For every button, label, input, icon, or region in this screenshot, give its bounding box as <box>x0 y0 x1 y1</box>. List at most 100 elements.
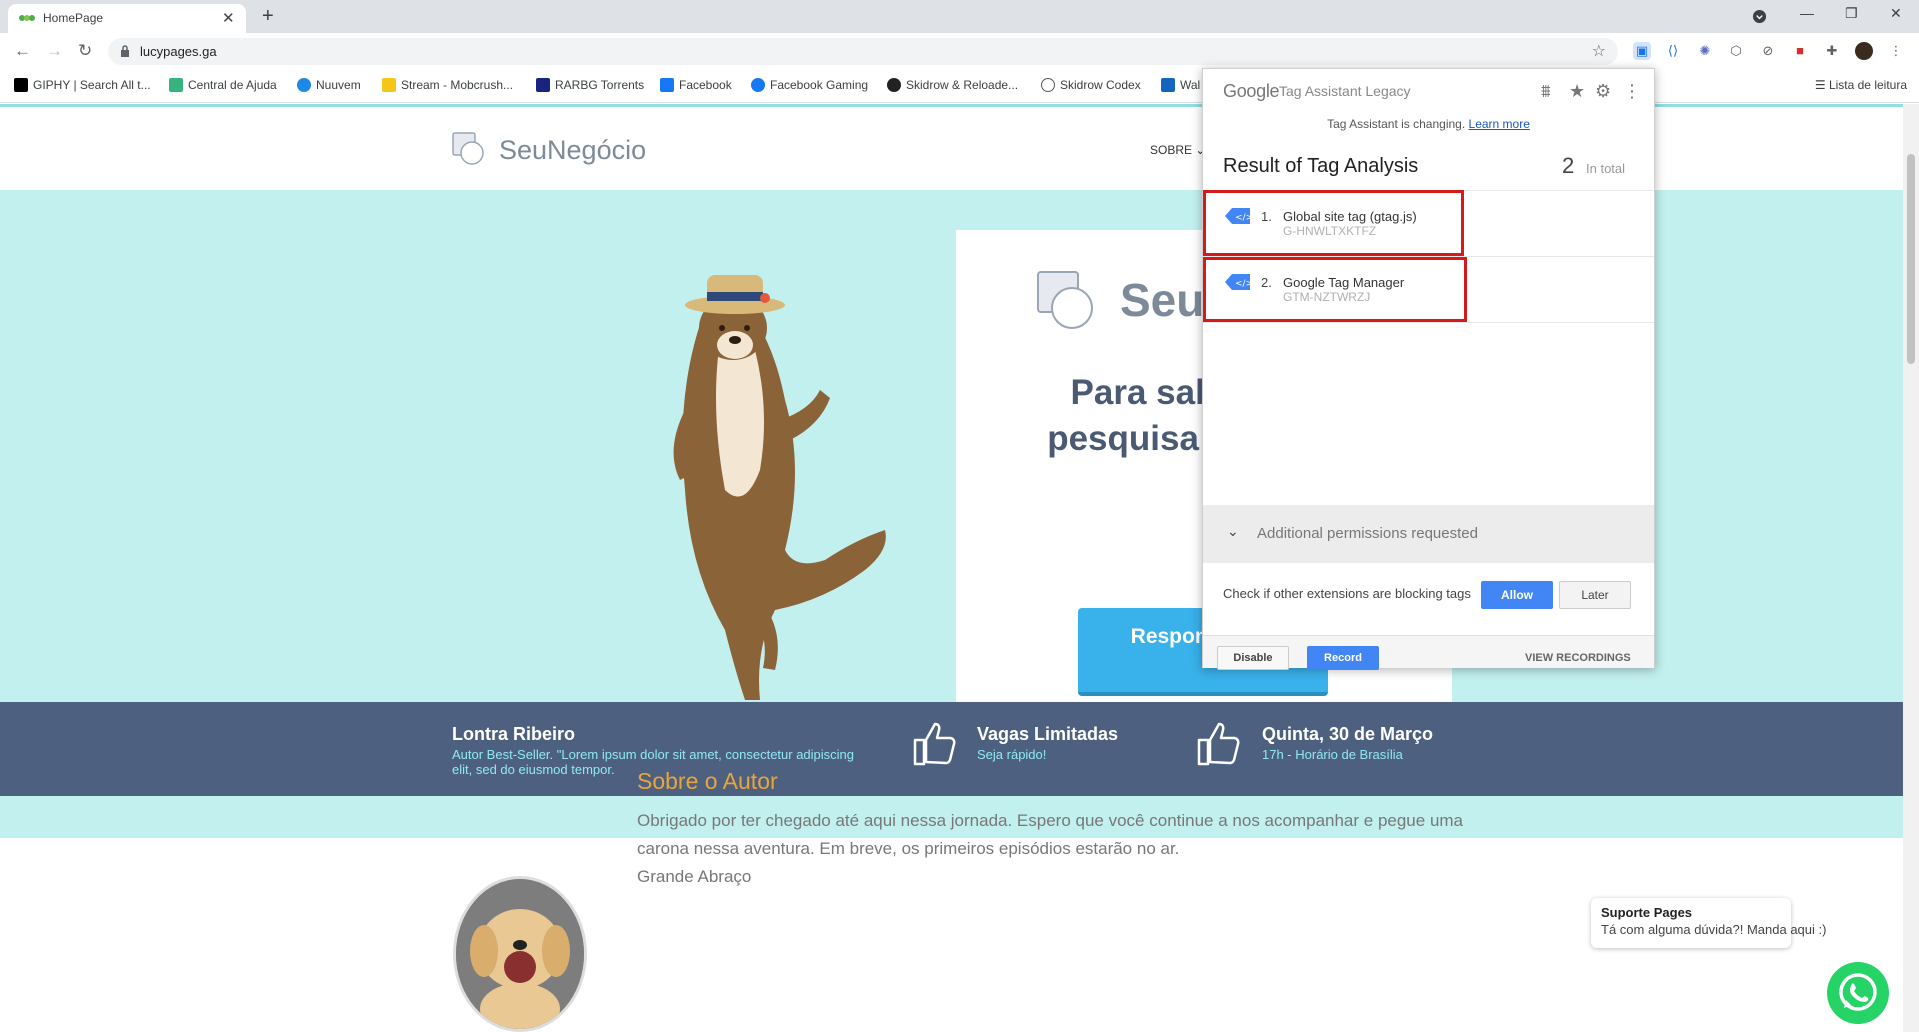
tag-count-label: In total <box>1586 161 1626 176</box>
extension-gear-icon[interactable]: ✺ <box>1696 42 1714 60</box>
menu-dots-icon[interactable]: ⋮ <box>1887 42 1905 60</box>
logo-mark-icon <box>452 132 484 165</box>
card-logo-icon <box>1037 271 1093 329</box>
popup-header: Google Tag Assistant Legacy ⩩ ★ ⚙ ⋮ <box>1203 69 1654 113</box>
permissions-section[interactable]: ⌄ Additional permissions requested <box>1203 505 1654 563</box>
tab-title: HomePage <box>43 11 104 25</box>
info-vagas-title: Vagas Limitadas <box>977 724 1119 744</box>
info-date-title: Quinta, 30 de Março <box>1262 724 1434 744</box>
bookmark-item[interactable]: Nuuvem <box>297 78 361 92</box>
nav-sobre-link[interactable]: SOBRE ⌄ <box>1150 143 1205 157</box>
browser-toolbar: ← → ↻ lucypages.ga ☆ ▣ ⟨⟩ ✺ ⬡ ⊘ ■ ✚ ⋮ <box>0 33 1919 69</box>
bookmark-item[interactable]: Facebook <box>660 78 732 92</box>
giphy-icon <box>14 78 28 92</box>
whatsapp-icon <box>1839 973 1877 1011</box>
puzzle-icon[interactable]: ✚ <box>1823 42 1841 60</box>
reload-icon[interactable]: ↻ <box>78 41 92 61</box>
popup-footer: Disable Record VIEW RECORDINGS <box>1203 635 1654 670</box>
tag-assistant-popup: Google Tag Assistant Legacy ⩩ ★ ⚙ ⋮ Tag … <box>1202 68 1655 670</box>
changing-notice: Tag Assistant is changing. Learn more <box>1203 117 1654 131</box>
url-text: lucypages.ga <box>140 44 217 59</box>
record-button[interactable]: Record <box>1307 646 1379 670</box>
result-title: Result of Tag Analysis <box>1223 155 1419 177</box>
tag-assistant-extension-icon[interactable]: ▣ <box>1633 42 1651 60</box>
extension-red-icon[interactable]: ■ <box>1791 42 1809 60</box>
rarbg-icon <box>536 78 550 92</box>
page-scrollbar[interactable] <box>1903 104 1919 1032</box>
bookmark-item[interactable]: GIPHY | Search All t... <box>14 78 151 92</box>
back-icon[interactable]: ← <box>14 41 31 61</box>
bookmark-item[interactable]: Skidrow & Reloade... <box>887 78 1018 92</box>
facebook-icon <box>751 78 765 92</box>
logo-text: SeuNegócio <box>499 135 647 165</box>
info-date-sub: 17h - Horário de Brasília <box>1262 747 1403 762</box>
support-text: Tá com alguma dúvida?! Manda aqui :) <box>1601 922 1827 937</box>
author-signoff: Grande Abraço <box>637 867 752 886</box>
author-text: Obrigado por ter chegado até aqui nessa … <box>637 807 1467 891</box>
highlight-box <box>1203 257 1467 322</box>
browser-tab[interactable]: HomePage ✕ <box>8 4 246 33</box>
info-bar: Lontra Ribeiro Autor Best-Seller. "Lorem… <box>0 702 1903 796</box>
reading-list-button[interactable]: ☰ Lista de leitura <box>1815 78 1907 92</box>
cloud-icon <box>297 78 311 92</box>
more-options-icon[interactable]: ⋮ <box>1623 81 1641 102</box>
wal-icon <box>1161 78 1175 92</box>
extension-tag-icon[interactable]: ⬡ <box>1727 42 1745 60</box>
author-paragraph: Obrigado por ter chegado até aqui nessa … <box>637 811 1464 858</box>
bookmark-item[interactable]: Skidrow Codex <box>1041 78 1141 92</box>
bookmark-item[interactable]: Stream - Mobcrush... <box>382 78 513 92</box>
lock-icon <box>121 45 129 57</box>
disable-button[interactable]: Disable <box>1217 646 1289 670</box>
tab-close-icon[interactable]: ✕ <box>222 9 235 27</box>
filter-icon[interactable]: ⩩ <box>1541 81 1551 102</box>
bookmark-item[interactable]: RARBG Torrents <box>536 78 644 92</box>
help-icon <box>169 78 183 92</box>
address-bar[interactable]: lucypages.ga ☆ <box>108 38 1618 65</box>
permissions-text: Additional permissions requested <box>1257 525 1478 542</box>
support-title: Suporte Pages <box>1601 905 1693 920</box>
later-button[interactable]: Later <box>1559 581 1631 609</box>
row-divider <box>1203 322 1654 323</box>
bookmark-item[interactable]: Wal <box>1161 78 1200 92</box>
blocking-check-text: Check if other extensions are blocking t… <box>1223 586 1471 601</box>
bookmark-star-icon[interactable]: ☆ <box>1592 41 1606 61</box>
author-photo <box>453 876 587 1032</box>
whatsapp-button[interactable] <box>1827 962 1889 1024</box>
block-icon[interactable]: ⊘ <box>1759 42 1777 60</box>
skull-icon <box>887 78 901 92</box>
restore-button[interactable]: ❐ <box>1845 5 1858 22</box>
highlight-box <box>1203 190 1464 256</box>
bookmark-item[interactable]: Central de Ajuda <box>169 78 277 92</box>
otter-illustration <box>673 275 886 700</box>
thumbs-up-icon <box>1197 722 1240 766</box>
reading-list-icon: ☰ <box>1814 78 1829 92</box>
view-recordings-link[interactable]: VIEW RECORDINGS <box>1525 652 1631 664</box>
site-favicon-icon <box>19 15 35 21</box>
info-author-title: Lontra Ribeiro <box>452 724 576 744</box>
changing-text: Tag Assistant is changing. <box>1327 117 1466 131</box>
learn-more-link[interactable]: Learn more <box>1469 117 1530 131</box>
tag-count: 2 <box>1562 153 1575 178</box>
minimize-button[interactable]: — <box>1800 5 1814 21</box>
mobcrush-icon <box>382 78 396 92</box>
profile-avatar[interactable] <box>1855 42 1873 60</box>
codex-icon <box>1041 78 1055 92</box>
support-chat-bubble[interactable]: Suporte Pages Tá com alguma dúvida?! Man… <box>1591 898 1827 948</box>
scrollbar-thumb[interactable] <box>1907 154 1915 364</box>
card-logo-text: Seu <box>1120 274 1205 326</box>
extension-code-icon[interactable]: ⟨⟩ <box>1664 42 1682 60</box>
tab-search-icon[interactable] <box>1752 9 1767 24</box>
bookmark-item[interactable]: Facebook Gaming <box>751 78 868 92</box>
chevron-down-icon: ⌄ <box>1227 523 1239 539</box>
forward-icon[interactable]: → <box>46 41 63 61</box>
google-logo-text: Google <box>1223 81 1280 101</box>
puppy-image <box>456 879 584 1029</box>
allow-button[interactable]: Allow <box>1481 581 1553 609</box>
facebook-icon <box>660 78 674 92</box>
settings-gear-icon[interactable]: ⚙ <box>1595 81 1611 102</box>
author-section-title: Sobre o Autor <box>637 768 778 794</box>
star-icon[interactable]: ★ <box>1569 81 1585 102</box>
thumbs-up-icon <box>913 722 956 766</box>
new-tab-button[interactable]: + <box>262 5 274 28</box>
window-close-button[interactable]: ✕ <box>1890 5 1902 22</box>
